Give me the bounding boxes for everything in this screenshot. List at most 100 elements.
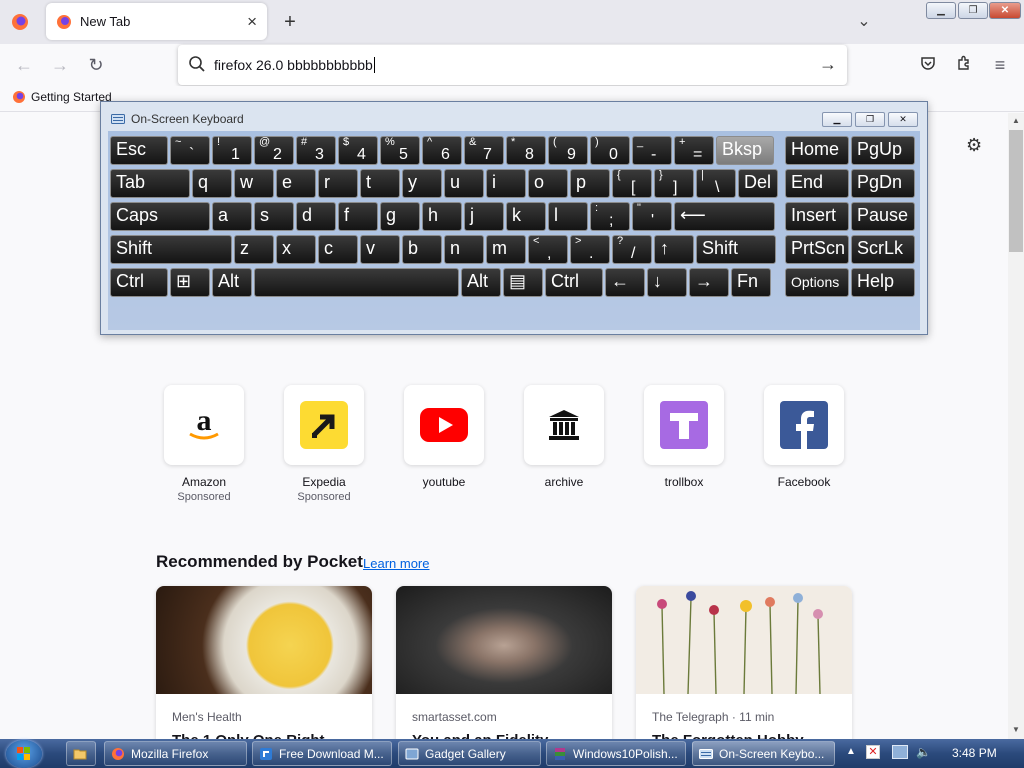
key-e[interactable]: e <box>276 169 316 198</box>
url-input[interactable]: firefox 26.0 bbbbbbbbbbb <box>214 57 373 73</box>
taskbar-item-osk[interactable]: On-Screen Keybo... <box>692 741 835 766</box>
key-pause[interactable]: Pause <box>851 202 915 231</box>
key-d[interactable]: d <box>296 202 336 231</box>
scroll-down-icon[interactable]: ▼ <box>1008 722 1024 738</box>
shortcut-youtube[interactable] <box>404 385 484 465</box>
key-4[interactable]: $4 <box>338 136 378 165</box>
scroll-up-icon[interactable]: ▲ <box>1008 113 1024 129</box>
key-options[interactable]: Options <box>785 268 849 297</box>
key-alt[interactable]: Alt <box>212 268 252 297</box>
osk-restore-button[interactable]: ❐ <box>855 112 885 127</box>
extensions-icon[interactable] <box>952 54 976 76</box>
key-symbol[interactable]: + = <box>674 136 714 165</box>
key-w[interactable]: w <box>234 169 274 198</box>
learn-more-link[interactable]: Learn more <box>363 556 429 571</box>
key-k[interactable]: k <box>506 202 546 231</box>
key-2[interactable]: @2 <box>254 136 294 165</box>
key-help[interactable]: Help <box>851 268 915 297</box>
key-symbol[interactable]: >. <box>570 235 610 264</box>
key-shift[interactable]: Shift <box>110 235 232 264</box>
clock[interactable]: 3:48 PM <box>952 746 997 760</box>
key-symbol[interactable]: {[ <box>612 169 652 198</box>
key-symbol[interactable]: ▤ <box>503 268 543 297</box>
key-del[interactable]: Del <box>738 169 778 198</box>
story-card[interactable]: The Telegraph · 11 min The Forgotten Hob… <box>636 586 852 746</box>
tab-new-tab[interactable]: New Tab × <box>46 3 267 40</box>
key-symbol[interactable]: → <box>689 268 729 297</box>
key-z[interactable]: z <box>234 235 274 264</box>
volume-icon[interactable]: 🔈 <box>916 745 931 759</box>
show-hidden-icons-arrow[interactable]: ▲ <box>846 746 856 757</box>
key-n[interactable]: n <box>444 235 484 264</box>
key-1[interactable]: ! 1 <box>212 136 252 165</box>
key-space[interactable] <box>254 268 459 297</box>
shortcut-amazon[interactable]: a <box>164 385 244 465</box>
key-c[interactable]: c <box>318 235 358 264</box>
key-r[interactable]: r <box>318 169 358 198</box>
key-fn[interactable]: Fn <box>731 268 771 297</box>
key-5[interactable]: % 5 <box>380 136 420 165</box>
key-x[interactable]: x <box>276 235 316 264</box>
go-arrow-icon[interactable]: → <box>819 54 837 75</box>
key-symbol[interactable]: " ' <box>632 202 672 231</box>
key-symbol[interactable]: ⊞ <box>170 268 210 297</box>
key-v[interactable]: v <box>360 235 400 264</box>
key-symbol[interactable]: :; <box>590 202 630 231</box>
key-y[interactable]: y <box>402 169 442 198</box>
gear-icon[interactable]: ⚙ <box>966 135 982 156</box>
key-insert[interactable]: Insert <box>785 202 849 231</box>
key-symbol[interactable]: }] <box>654 169 694 198</box>
forward-icon[interactable]: → <box>48 54 72 76</box>
minimize-button[interactable]: ▁ <box>926 2 956 19</box>
key-home[interactable]: Home <box>785 136 849 165</box>
key-j[interactable]: j <box>464 202 504 231</box>
key-ctrl[interactable]: Ctrl <box>545 268 603 297</box>
quick-launch-explorer[interactable] <box>66 741 96 766</box>
key-0[interactable]: ) 0 <box>590 136 630 165</box>
key-o[interactable]: o <box>528 169 568 198</box>
key-symbol[interactable]: ⟵ <box>674 202 775 231</box>
key-scrlk[interactable]: ScrLk <box>851 235 915 264</box>
key-q[interactable]: q <box>192 169 232 198</box>
key-symbol[interactable]: <, <box>528 235 568 264</box>
network-icon[interactable] <box>892 745 908 759</box>
key-8[interactable]: * 8 <box>506 136 546 165</box>
key-m[interactable]: m <box>486 235 526 264</box>
key-f[interactable]: f <box>338 202 378 231</box>
key-symbol[interactable]: ↑ <box>654 235 694 264</box>
key-symbol[interactable]: ↓ <box>647 268 687 297</box>
url-bar[interactable]: firefox 26.0 bbbbbbbbbbb → <box>178 45 847 85</box>
key-prtscn[interactable]: PrtScn <box>785 235 849 264</box>
key-tab[interactable]: Tab <box>110 169 190 198</box>
key-a[interactable]: a <box>212 202 252 231</box>
menu-icon[interactable]: ≡ <box>988 54 1012 76</box>
taskbar-item-gadget-gallery[interactable]: Gadget Gallery <box>398 741 541 766</box>
firefox-view-button[interactable] <box>6 12 34 32</box>
key-symbol[interactable]: _ - <box>632 136 672 165</box>
key-b[interactable]: b <box>402 235 442 264</box>
back-icon[interactable]: ← <box>12 54 36 76</box>
reload-icon[interactable]: ↻ <box>84 54 108 76</box>
shortcut-facebook[interactable] <box>764 385 844 465</box>
key-symbol[interactable]: | \ <box>696 169 736 198</box>
key-symbol[interactable]: ← <box>605 268 645 297</box>
key-symbol[interactable]: ? / <box>612 235 652 264</box>
close-window-button[interactable]: ✕ <box>989 2 1021 19</box>
key-g[interactable]: g <box>380 202 420 231</box>
key-9[interactable]: (9 <box>548 136 588 165</box>
start-button[interactable] <box>6 740 42 768</box>
action-center-icon[interactable]: ✕ <box>866 745 880 759</box>
key-caps[interactable]: Caps <box>110 202 210 231</box>
shortcut-archive[interactable] <box>524 385 604 465</box>
key-h[interactable]: h <box>422 202 462 231</box>
key-symbol[interactable]: ~ ` <box>170 136 210 165</box>
taskbar-item-firefox[interactable]: Mozilla Firefox <box>104 741 247 766</box>
osk-minimize-button[interactable]: ▁ <box>822 112 852 127</box>
key-esc[interactable]: Esc <box>110 136 168 165</box>
story-card[interactable]: Men's Health The 1 Only One Right <box>156 586 372 746</box>
taskbar-item-winrar[interactable]: Windows10Polish... <box>546 741 686 766</box>
key-s[interactable]: s <box>254 202 294 231</box>
pocket-icon[interactable] <box>916 54 940 76</box>
key-p[interactable]: p <box>570 169 610 198</box>
key-l[interactable]: l <box>548 202 588 231</box>
